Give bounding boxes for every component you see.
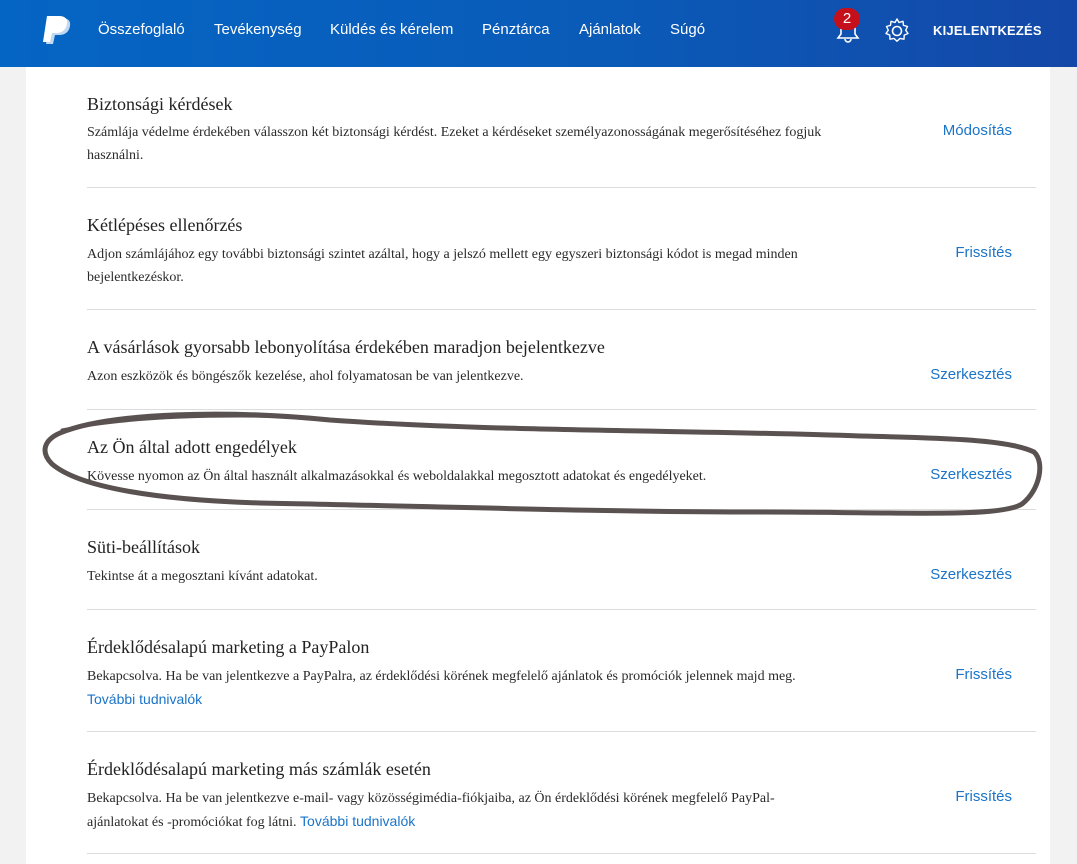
section-permissions: Az Ön által adott engedélyek Kövesse nyo… — [87, 410, 1036, 510]
section-interest-marketing-other: Érdeklődésalapú marketing más számlák es… — [87, 732, 1036, 854]
nav-item-send-request[interactable]: Küldés és kérelem — [330, 21, 453, 38]
modify-security-questions-link[interactable]: Módosítás — [943, 122, 1012, 139]
section-description: Kövesse nyomon az Ön által használt alka… — [87, 469, 707, 484]
section-description: Adjon számlájához egy további biztonsági… — [87, 247, 798, 285]
logout-button[interactable]: KIJELENTKEZÉS — [933, 23, 1042, 38]
nav-item-help[interactable]: Súgó — [670, 21, 705, 38]
update-interest-marketing-other-link[interactable]: Frissítés — [955, 788, 1012, 805]
gear-icon[interactable] — [883, 17, 911, 45]
section-stay-logged-in: A vásárlások gyorsabb lebonyolítása érde… — [87, 310, 1036, 410]
section-interest-marketing-paypal: Érdeklődésalapú marketing a PayPalon Bek… — [87, 610, 1036, 732]
nav-item-activity[interactable]: Tevékenység — [214, 21, 302, 38]
section-title: Az Ön által adott engedélyek — [87, 437, 297, 457]
section-description: Számlája védelme érdekében válasszon két… — [87, 125, 822, 163]
section-description: Azon eszközök és böngészők kezelése, aho… — [87, 369, 524, 384]
section-description: Tekintse át a megosztani kívánt adatokat… — [87, 569, 318, 584]
section-title: Érdeklődésalapú marketing más számlák es… — [87, 759, 431, 779]
update-two-step-link[interactable]: Frissítés — [955, 244, 1012, 261]
nav-item-summary[interactable]: Összefoglaló — [98, 21, 185, 38]
section-title: Kétlépéses ellenőrzés — [87, 215, 243, 235]
section-cookie-settings: Süti-beállítások Tekintse át a megosztan… — [87, 510, 1036, 610]
section-title: Süti-beállítások — [87, 537, 200, 557]
section-title: Érdeklődésalapú marketing a PayPalon — [87, 637, 370, 657]
nav-item-wallet[interactable]: Pénztárca — [482, 21, 550, 38]
learn-more-link[interactable]: További tudnivalók — [300, 813, 415, 829]
section-title: Biztonsági kérdések — [87, 94, 233, 114]
learn-more-link[interactable]: További tudnivalók — [87, 691, 202, 707]
nav-item-offers[interactable]: Ajánlatok — [579, 21, 641, 38]
section-two-step-verification: Kétlépéses ellenőrzés Adjon számlájához … — [87, 188, 1036, 310]
update-interest-marketing-paypal-link[interactable]: Frissítés — [955, 666, 1012, 683]
section-title: A vásárlások gyorsabb lebonyolítása érde… — [87, 337, 605, 357]
section-description: Bekapcsolva. Ha be van jelentkezve e-mai… — [87, 787, 832, 834]
notification-badge[interactable]: 2 — [834, 8, 860, 30]
edit-permissions-link[interactable]: Szerkesztés — [930, 466, 1012, 483]
edit-cookie-settings-link[interactable]: Szerkesztés — [930, 566, 1012, 583]
section-description: Bekapcsolva. Ha be van jelentkezve a Pay… — [87, 665, 887, 712]
section-description-text: Bekapcsolva. Ha be van jelentkezve e-mai… — [87, 791, 775, 830]
top-navigation-bar: Összefoglaló Tevékenység Küldés és kérel… — [0, 0, 1077, 67]
edit-stay-logged-in-link[interactable]: Szerkesztés — [930, 366, 1012, 383]
paypal-logo-icon[interactable] — [40, 14, 74, 48]
section-security-questions: Biztonsági kérdések Számlája védelme érd… — [87, 67, 1036, 188]
section-description-text: Bekapcsolva. Ha be van jelentkezve a Pay… — [87, 669, 796, 684]
